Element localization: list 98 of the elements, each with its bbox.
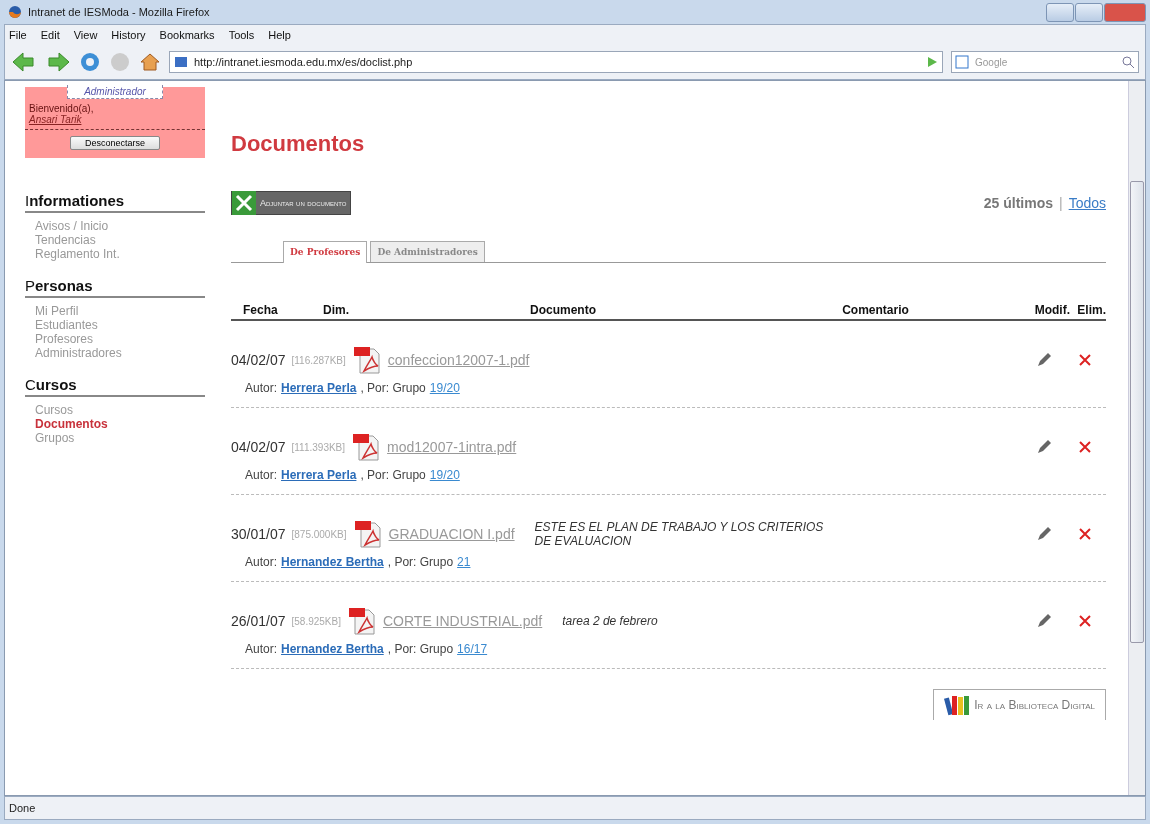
size-text: [116.287KB] [291, 354, 346, 366]
role-label: Administrador [67, 85, 163, 99]
close-button[interactable] [1104, 2, 1146, 22]
group-link[interactable]: 19/20 [429, 468, 460, 482]
column-header: Elim. [1076, 303, 1106, 317]
maximize-button[interactable] [1075, 2, 1103, 22]
library-button[interactable]: Ir a la Biblioteca Digital [933, 689, 1106, 720]
pdf-file-icon [351, 432, 382, 462]
pdf-file-icon [352, 519, 383, 549]
user-link[interactable]: Ansari Tarik [25, 114, 205, 130]
author-label: Autor: [245, 468, 277, 482]
all-link[interactable]: Todos [1068, 195, 1106, 211]
pencil-icon[interactable] [1036, 526, 1052, 542]
go-arrow-icon[interactable] [926, 56, 938, 68]
column-header: Modif. [1033, 303, 1070, 317]
author-label: Autor: [245, 642, 277, 656]
author-label: Autor: [245, 555, 277, 569]
tools-icon [232, 191, 256, 215]
group-link[interactable]: 21 [457, 555, 471, 569]
home-icon[interactable] [139, 51, 161, 73]
menu-item[interactable]: Help [268, 29, 291, 41]
pencil-icon[interactable] [1036, 613, 1052, 629]
group-label: , Por: Grupo [387, 642, 454, 656]
sidebar-link[interactable]: Estudiantes [35, 318, 205, 332]
column-header: Dim. [323, 303, 350, 317]
reload-icon[interactable] [79, 51, 101, 73]
comment-text: ESTE ES EL PLAN DE TRABAJO Y LOS CRITERIOS DE EVALUACION [534, 520, 825, 548]
group-label: , Por: Grupo [360, 381, 426, 395]
file-link[interactable]: GRADUACION I.pdf [388, 526, 515, 542]
delete-icon[interactable] [1078, 527, 1092, 541]
search-field[interactable]: Google [975, 56, 1117, 68]
logout-button[interactable]: Desconectarse [70, 136, 160, 150]
sidebar-link[interactable]: Profesores [35, 332, 205, 346]
firefox-logo-icon [8, 5, 22, 19]
pdf-file-icon [351, 345, 382, 375]
address-field[interactable]: http://intranet.iesmoda.edu.mx/es/doclist.php [194, 56, 920, 68]
delete-icon[interactable] [1078, 614, 1092, 628]
size-text: [875.000KB] [291, 528, 347, 540]
column-header: Fecha [243, 303, 279, 317]
group-label: , Por: Grupo [387, 555, 454, 569]
author-link[interactable]: Herrera Perla [281, 381, 357, 395]
file-link[interactable]: CORTE INDUSTRIAL.pdf [383, 613, 543, 629]
tab[interactable]: De Administradores [370, 241, 485, 262]
status-text: Done [9, 802, 36, 814]
group-link[interactable]: 19/20 [429, 381, 460, 395]
sidebar-link[interactable]: Mi Perfil [35, 304, 205, 318]
column-header: Comentario [841, 303, 910, 317]
tab[interactable]: De Profesores [283, 241, 368, 263]
forward-arrow-icon[interactable] [45, 51, 71, 73]
search-bar[interactable]: Google [951, 51, 1139, 73]
section-heading: Informationes [25, 192, 205, 213]
author-link[interactable]: Herrera Perla [281, 468, 357, 482]
delete-icon[interactable] [1078, 353, 1092, 367]
menu-item[interactable]: Edit [40, 29, 60, 41]
pdf-file-icon [347, 606, 377, 636]
file-link[interactable]: confeccion12007-1.pdf [387, 352, 530, 368]
group-label: , Por: Grupo [360, 468, 426, 482]
address-bar[interactable]: http://intranet.iesmoda.edu.mx/es/doclist.php [169, 51, 943, 73]
section-heading: Personas [25, 277, 205, 298]
sidebar-link[interactable]: Grupos [35, 431, 205, 445]
pencil-icon[interactable] [1036, 439, 1052, 455]
pencil-icon[interactable] [1036, 352, 1052, 368]
size-text: [111.393KB] [291, 441, 346, 453]
search-icon[interactable] [1121, 55, 1135, 69]
column-header: Documento [529, 303, 597, 317]
sidebar-link[interactable]: Tendencias [35, 233, 205, 247]
back-arrow-icon[interactable] [11, 51, 37, 73]
sidebar-link[interactable]: Administradores [35, 346, 205, 360]
author-label: Autor: [245, 381, 277, 395]
date-text: 30/01/07 [231, 526, 286, 542]
menu-item[interactable]: Bookmarks [159, 29, 215, 41]
minimize-button[interactable] [1046, 2, 1074, 22]
date-text: 26/01/07 [231, 613, 286, 629]
upload-button[interactable]: Adjuntar un documento [231, 191, 352, 215]
books-icon [944, 694, 971, 716]
welcome-text: Bienvenido(a), [29, 102, 95, 114]
date-text: 04/02/07 [231, 352, 286, 368]
delete-icon[interactable] [1078, 440, 1092, 454]
menu-item[interactable]: Tools [228, 29, 255, 41]
sidebar-link[interactable]: Reglamento Int. [35, 247, 205, 261]
menu-item[interactable]: History [111, 29, 146, 41]
sidebar-link[interactable]: Avisos / Inicio [35, 219, 205, 233]
sidebar-link[interactable]: Cursos [35, 403, 205, 417]
section-heading: Cursos [25, 376, 205, 397]
count-text: 25 últimos [983, 195, 1053, 211]
separator: | [1059, 195, 1063, 211]
file-link[interactable]: mod12007-1intra.pdf [387, 439, 517, 455]
comment-text: tarea 2 de febrero [562, 614, 659, 628]
author-link[interactable]: Hernandez Bertha [281, 642, 384, 656]
size-text: [58.925KB] [291, 615, 341, 627]
menu-item[interactable]: File [9, 29, 27, 41]
page-title: Documentos [231, 131, 366, 157]
sidebar-link[interactable]: Documentos [35, 417, 205, 431]
group-link[interactable]: 16/17 [457, 642, 488, 656]
window-title: Intranet de IESModa - Mozilla Firefox [28, 6, 211, 18]
date-text: 04/02/07 [231, 439, 286, 455]
author-link[interactable]: Hernandez Bertha [281, 555, 384, 569]
menu-item[interactable]: View [73, 29, 98, 41]
